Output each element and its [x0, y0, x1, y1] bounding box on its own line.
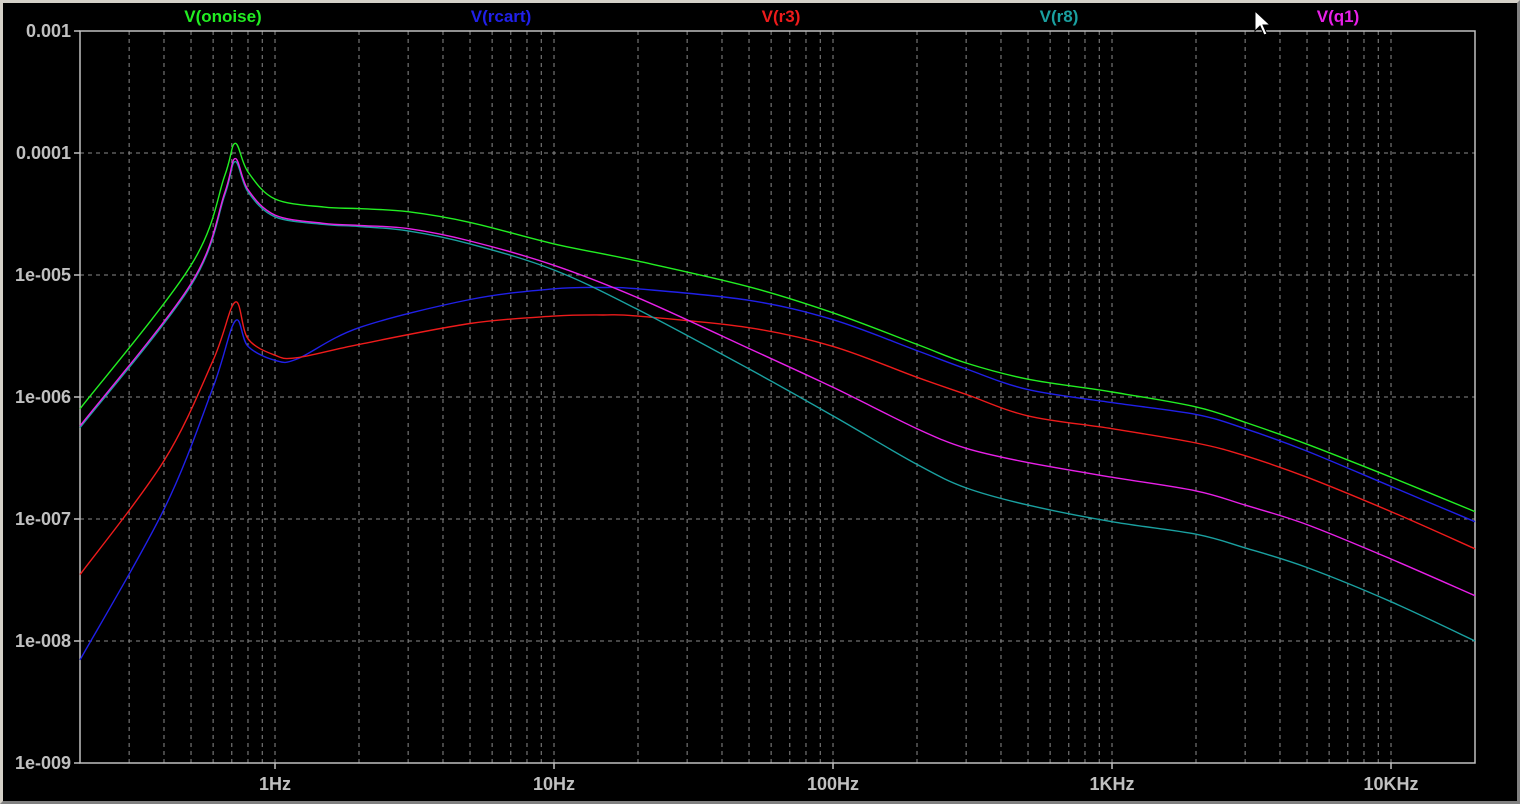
series-line-v-onoise — [79, 142, 1476, 513]
y-tick-label: 1e-009 — [15, 753, 71, 773]
legend-label-v-r3[interactable]: V(r3) — [762, 7, 801, 26]
y-tick-label: 1e-008 — [15, 631, 71, 651]
plot-window: 0.001 0.0001 1e-005 1e-006 1e-007 1e-008 1e-00… — [0, 0, 1520, 804]
legend-label-v-rcart[interactable]: V(rcart) — [471, 7, 531, 26]
y-tick-label: 1e-007 — [15, 509, 71, 529]
y-tick-label: 1e-006 — [15, 387, 71, 407]
y-tick-label: 0.001 — [26, 21, 71, 41]
y-tick-label: 1e-005 — [15, 265, 71, 285]
x-tick-label: 100Hz — [807, 774, 859, 794]
y-tick-label: 0.0001 — [16, 143, 71, 163]
x-tick-label: 10KHz — [1363, 774, 1418, 794]
series-line-v-r3 — [79, 301, 1476, 576]
series-line-v-rcart — [79, 286, 1476, 661]
x-tick-label: 1KHz — [1090, 774, 1135, 794]
series-line-v-r8 — [79, 160, 1476, 642]
x-tick-label: 10Hz — [533, 774, 575, 794]
legend-label-v-r8[interactable]: V(r8) — [1040, 7, 1079, 26]
series-line-v-q1 — [79, 157, 1476, 597]
x-tick-label: 1Hz — [259, 774, 291, 794]
noise-plot[interactable]: 0.001 0.0001 1e-005 1e-006 1e-007 1e-008 1e-00… — [3, 3, 1517, 801]
legend-label-v-onoise[interactable]: V(onoise) — [184, 7, 261, 26]
legend-label-v-q1[interactable]: V(q1) — [1317, 7, 1360, 26]
